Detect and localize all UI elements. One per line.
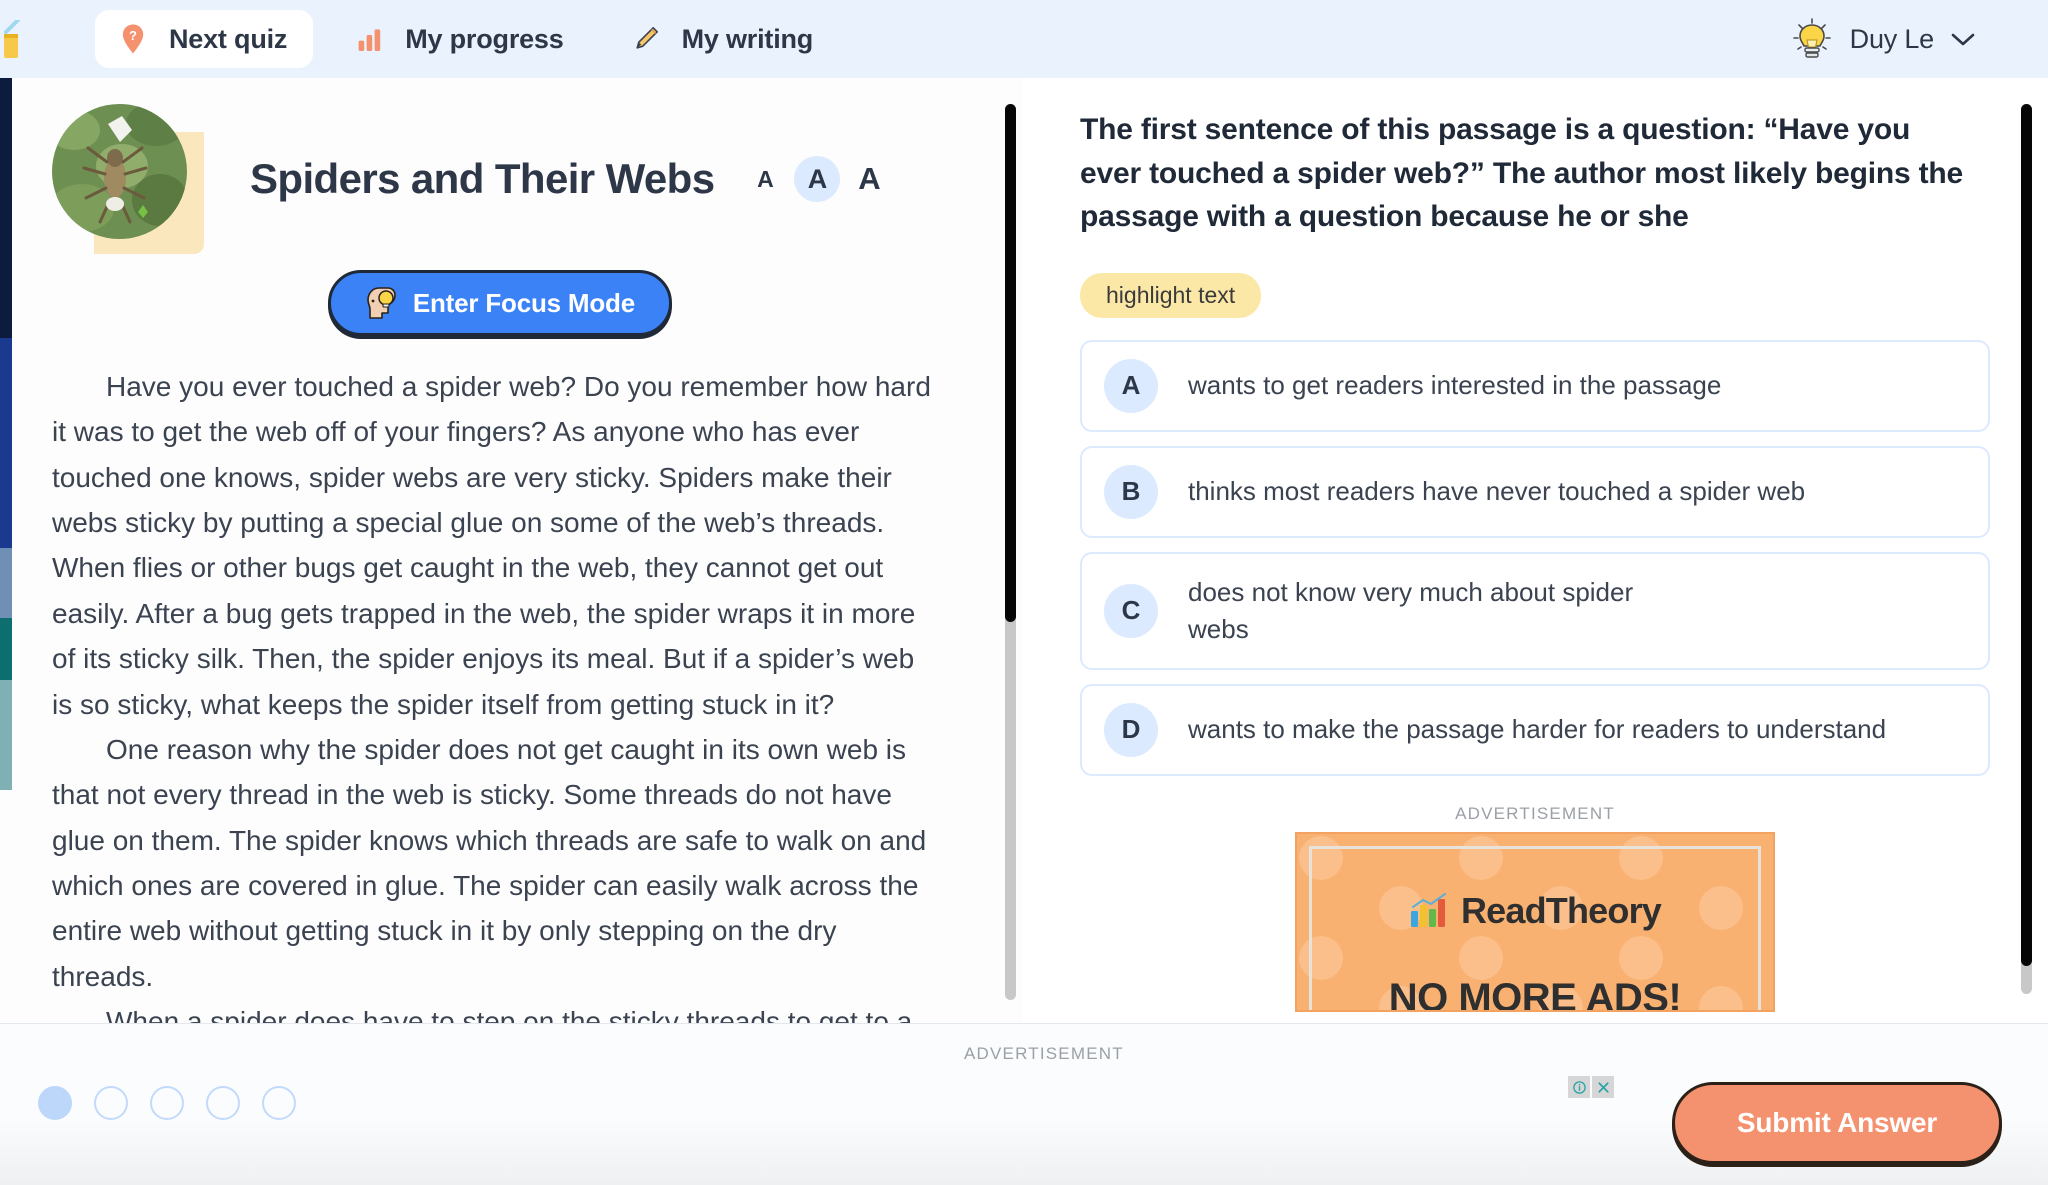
app-header: ? Next quiz My progress My writing Duy L… [0, 0, 2048, 78]
inline-advertisement: ADVERTISEMENT ReadTheory NO MORE ADS! [1080, 804, 1990, 1012]
focus-mode-row: Enter Focus Mode [0, 270, 1000, 336]
question-prompt: The first sentence of this passage is a … [1080, 113, 1963, 233]
header-nav-tabs: ? Next quiz My progress My writing [95, 10, 839, 68]
question-pin-icon: ? [113, 19, 153, 59]
answer-choice-d[interactable]: D wants to make the passage harder for r… [1080, 683, 1990, 776]
sidebar-segment [0, 548, 12, 618]
font-size-small-button[interactable]: A [742, 156, 788, 202]
focus-mode-label: Enter Focus Mode [412, 287, 635, 318]
passage-header: Spiders and Their Webs A A A [0, 78, 1000, 254]
ad-tagline: NO MORE ADS! [1388, 975, 1682, 1012]
choice-text: wants to get readers interested in the p… [1188, 370, 1722, 401]
sidebar-segment [0, 338, 12, 548]
info-icon [1572, 1080, 1586, 1094]
chevron-down-icon [1951, 33, 1975, 46]
answer-choices: A wants to get readers interested in the… [1080, 339, 1990, 776]
choice-letter-badge: C [1104, 583, 1158, 638]
ad-caption-label: ADVERTISEMENT [1455, 803, 1615, 823]
answer-choice-b[interactable]: B thinks most readers have never touched… [1080, 445, 1990, 538]
ad-info-button[interactable] [1568, 1076, 1590, 1098]
submit-answer-label: Submit Answer [1736, 1107, 1938, 1138]
readtheory-quiz-app: ? Next quiz My progress My writing Duy L… [0, 0, 2048, 1185]
head-with-lightbulb-icon [367, 287, 396, 319]
tab-my-progress[interactable]: My progress [331, 10, 589, 68]
bottom-advertisement: ADVERTISEMENT [900, 1024, 1680, 1134]
progress-dot-2[interactable] [94, 1086, 128, 1120]
question-scrollbar-thumb[interactable] [2021, 104, 2032, 966]
highlight-text-badge[interactable]: highlight text [1080, 272, 1262, 318]
sidebar-segment [0, 78, 12, 338]
tab-my-writing[interactable]: My writing [608, 10, 840, 68]
progress-dot-5[interactable] [262, 1086, 296, 1120]
choice-letter-badge: B [1104, 464, 1158, 519]
spider-photo-thumbnail [52, 104, 187, 239]
ad-controls [1568, 1076, 1614, 1098]
sidebar-segment [0, 618, 12, 680]
scrollbar-thumb[interactable] [1005, 104, 1016, 622]
bottom-ad-caption: ADVERTISEMENT [964, 1044, 1124, 1063]
lightbulb-icon [1792, 18, 1831, 58]
pencil-icon [626, 19, 666, 59]
passage-text: Have you ever touched a spider web? Do y… [0, 336, 1000, 1023]
readtheory-bar-chart-logo [1410, 892, 1446, 927]
choice-letter-badge: D [1104, 702, 1158, 757]
page-title: Spiders and Their Webs [250, 155, 715, 202]
answer-choice-c[interactable]: C does not know very much about spider w… [1080, 551, 1990, 670]
enter-focus-mode-button[interactable]: Enter Focus Mode [327, 270, 672, 336]
user-menu[interactable]: Duy Le [1790, 16, 1976, 62]
font-size-selector: A A A [742, 156, 892, 202]
left-sidebar-edge [0, 0, 12, 1185]
progress-dot-3[interactable] [150, 1086, 184, 1120]
question-progress-dots [38, 1086, 296, 1120]
font-size-medium-button[interactable]: A [794, 156, 841, 202]
passage-paragraph: Have you ever touched a spider web? Do y… [52, 371, 931, 720]
sidebar-segment [0, 680, 12, 790]
submit-answer-button[interactable]: Submit Answer [1672, 1082, 2002, 1164]
ad-close-button[interactable] [1592, 1076, 1614, 1098]
choice-text: does not know very much about spider web… [1188, 577, 1634, 644]
font-size-large-button[interactable]: A [846, 156, 892, 202]
passage-scrollbar[interactable] [1000, 78, 1022, 1023]
quiz-body: Spiders and Their Webs A A A Enter Focus… [0, 78, 2048, 1023]
question-pane: The first sentence of this passage is a … [1022, 78, 2048, 1023]
tab-label: My progress [405, 23, 564, 54]
readtheory-ad-banner[interactable]: ReadTheory NO MORE ADS! [1295, 831, 1775, 1012]
passage-thumbnail [52, 104, 204, 254]
passage-paragraph: When a spider does have to step on the s… [106, 1006, 913, 1023]
ad-brand-name: ReadTheory [1460, 889, 1662, 931]
choice-letter-badge: A [1104, 358, 1158, 413]
choice-text: thinks most readers have never touched a… [1188, 476, 1806, 507]
user-name-label: Duy Le [1849, 23, 1935, 54]
tab-label: Next quiz [169, 23, 288, 54]
close-icon [1597, 1081, 1609, 1093]
ad-logo-row: ReadTheory [1297, 890, 1773, 932]
answer-choice-a[interactable]: A wants to get readers interested in the… [1080, 339, 1990, 432]
choice-text: wants to make the passage harder for rea… [1188, 714, 1887, 745]
tab-label: My writing [681, 23, 814, 54]
tab-next-quiz[interactable]: ? Next quiz [95, 10, 314, 68]
progress-dot-1[interactable] [38, 1086, 72, 1120]
passage-pane: Spiders and Their Webs A A A Enter Focus… [0, 78, 1000, 1023]
svg-text:?: ? [129, 28, 137, 43]
passage-paragraph: One reason why the spider does not get c… [52, 733, 927, 992]
bottom-bar: ADVERTISEMENT Submit Answer [0, 1023, 2048, 1185]
progress-dot-4[interactable] [206, 1086, 240, 1120]
bar-chart-icon [349, 19, 389, 59]
